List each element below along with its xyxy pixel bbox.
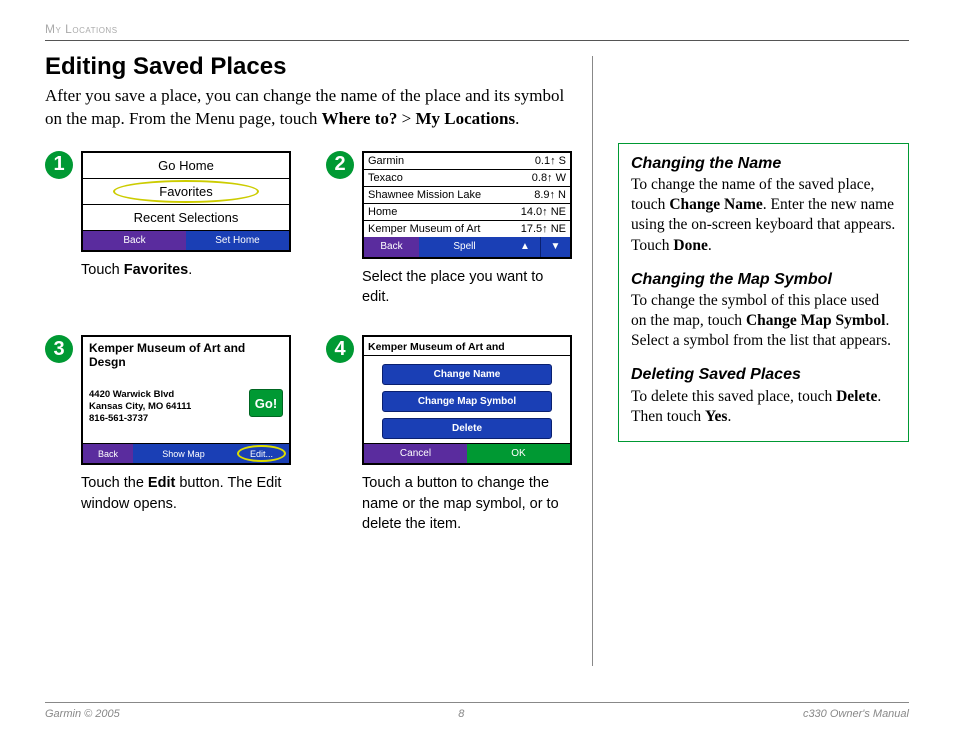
change-map-symbol-button[interactable]: Change Map Symbol xyxy=(382,391,552,412)
step-4-caption: Touch a button to change the name or the… xyxy=(362,473,572,534)
footer-page-number: 8 xyxy=(458,708,464,720)
list-item[interactable]: Garmin0.1↑ S xyxy=(364,153,570,170)
step-3-caption: Touch the Edit button. The Edit window o… xyxy=(81,473,291,514)
screen-4: Kemper Museum of Art and Change Name Cha… xyxy=(362,335,572,465)
list-item[interactable]: Kemper Museum of Art17.5↑ NE xyxy=(364,221,570,237)
delete-button[interactable]: Delete xyxy=(382,418,552,439)
page-footer: Garmin © 2005 8 c330 Owner's Manual xyxy=(45,702,909,720)
cancel-button[interactable]: Cancel xyxy=(364,443,467,463)
ok-button[interactable]: OK xyxy=(467,443,570,463)
page-header: My Locations xyxy=(45,20,909,41)
screen-3: Kemper Museum of Art and Desgn 4420 Warw… xyxy=(81,335,291,465)
step-2: 2 Garmin0.1↑ S Texaco0.8↑ W Shawnee Miss… xyxy=(326,151,572,308)
spell-button[interactable]: Spell xyxy=(419,237,510,257)
go-button[interactable]: Go! xyxy=(249,389,283,417)
footer-copyright: Garmin © 2005 xyxy=(45,708,120,720)
step-2-caption: Select the place you want to edit. xyxy=(362,267,572,308)
step-4-badge: 4 xyxy=(326,335,354,363)
edit-button[interactable]: Edit... xyxy=(234,443,289,463)
set-home-button[interactable]: Set Home xyxy=(186,230,289,250)
info-box: Changing the Name To change the name of … xyxy=(618,143,909,442)
place-title: Kemper Museum of Art and Desgn xyxy=(83,337,289,371)
section-label: My Locations xyxy=(45,22,118,36)
list-item[interactable]: Texaco0.8↑ W xyxy=(364,170,570,187)
sidebar-text: To delete this saved place, touch Delete… xyxy=(631,387,896,427)
step-2-badge: 2 xyxy=(326,151,354,179)
screen-1: Go Home Favorites Recent Selections Back… xyxy=(81,151,291,252)
menu-go-home[interactable]: Go Home xyxy=(83,153,289,179)
footer-manual-name: c330 Owner's Manual xyxy=(803,708,909,720)
list-item[interactable]: Shawnee Mission Lake8.9↑ N xyxy=(364,187,570,204)
step-4: 4 Kemper Museum of Art and Change Name C… xyxy=(326,335,572,534)
show-map-button[interactable]: Show Map xyxy=(133,443,234,463)
page-title: Editing Saved Places xyxy=(45,53,572,81)
sidebar-text: To change the symbol of this place used … xyxy=(631,291,896,351)
sidebar-heading-symbol: Changing the Map Symbol xyxy=(631,270,896,289)
menu-favorites[interactable]: Favorites xyxy=(83,179,289,205)
sidebar-text: To change the name of the saved place, t… xyxy=(631,175,896,256)
step-3: 3 Kemper Museum of Art and Desgn 4420 Wa… xyxy=(45,335,291,534)
intro-paragraph: After you save a place, you can change t… xyxy=(45,85,572,131)
step-1: 1 Go Home Favorites Recent Selections Ba… xyxy=(45,151,291,308)
menu-recent[interactable]: Recent Selections xyxy=(83,205,289,230)
sidebar: Changing the Name To change the name of … xyxy=(593,53,909,666)
step-1-caption: Touch Favorites. xyxy=(81,260,291,280)
back-button[interactable]: Back xyxy=(83,443,133,463)
step-1-badge: 1 xyxy=(45,151,73,179)
change-name-button[interactable]: Change Name xyxy=(382,364,552,385)
sidebar-heading-delete: Deleting Saved Places xyxy=(631,365,896,384)
back-button[interactable]: Back xyxy=(83,230,186,250)
sidebar-heading-name: Changing the Name xyxy=(631,154,896,173)
list-item[interactable]: Home14.0↑ NE xyxy=(364,204,570,221)
scroll-down-button[interactable]: ▼ xyxy=(540,237,570,257)
back-button[interactable]: Back xyxy=(364,237,419,257)
step-3-badge: 3 xyxy=(45,335,73,363)
screen-2: Garmin0.1↑ S Texaco0.8↑ W Shawnee Missio… xyxy=(362,151,572,259)
place-title: Kemper Museum of Art and xyxy=(364,339,570,356)
main-content: Editing Saved Places After you save a pl… xyxy=(45,53,592,666)
scroll-up-button[interactable]: ▲ xyxy=(510,237,540,257)
